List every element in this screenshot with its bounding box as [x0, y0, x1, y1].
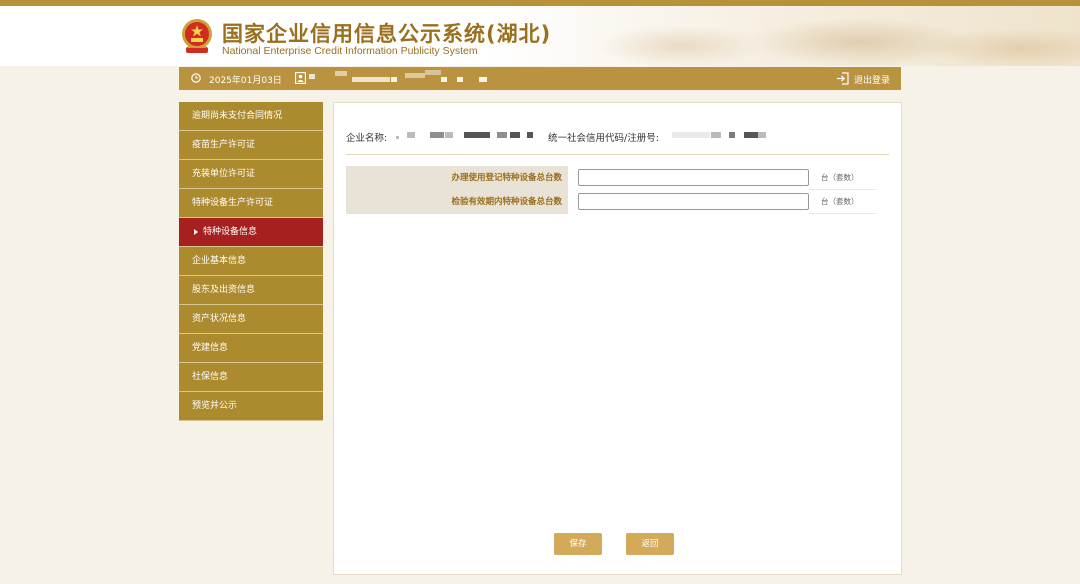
sidebar-item-6[interactable]: 股东及出资信息 — [179, 276, 323, 305]
current-date: 2025年01月03日 — [209, 76, 282, 86]
site-header: 国家企业信用信息公示系统(湖北) National Enterprise Cre… — [0, 6, 1080, 66]
sidebar-item-label: 逾期尚未支付合同情况 — [192, 111, 283, 121]
logout-icon[interactable] — [836, 72, 849, 85]
logout-link[interactable]: 退出登录 — [854, 73, 890, 86]
site-title: 国家企业信用信息公示系统(湖北) — [222, 22, 552, 46]
sidebar-item-label: 党建信息 — [192, 343, 229, 353]
arrow-right-icon — [194, 229, 198, 235]
company-info-row: 企业名称: 统一社会信用代码/注册号: — [346, 130, 659, 144]
sidebar-item-4[interactable]: 特种设备信息 — [179, 218, 323, 247]
user-icon — [295, 72, 306, 84]
sidebar-item-label: 企业基本信息 — [192, 256, 247, 266]
credit-code-label: 统一社会信用代码/注册号: — [548, 133, 659, 144]
sidebar-item-label: 资产状况信息 — [192, 314, 247, 324]
form-row: 办理使用登记特种设备总台数 台（套数） — [346, 166, 876, 190]
company-name-label: 企业名称: — [346, 133, 388, 144]
sidebar-item-label: 预览并公示 — [192, 401, 238, 411]
back-button[interactable]: 返回 — [626, 533, 674, 555]
form-label: 办理使用登记特种设备总台数 — [346, 166, 568, 190]
sidebar-nav: 逾期尚未支付合同情况 疫苗生产许可证 充装单位许可证特种设备生产许可证 特种设备信息企… — [179, 102, 323, 421]
national-emblem-icon — [182, 19, 212, 53]
user-info-bar: 2025年01月03日 退出登录 — [179, 67, 901, 90]
header-decoration — [560, 6, 1080, 66]
site-subtitle: National Enterprise Credit Information P… — [222, 45, 478, 57]
sidebar-item-label: 社保信息 — [192, 372, 229, 382]
sidebar-item-7[interactable]: 资产状况信息 — [179, 305, 323, 334]
sidebar-item-2[interactable]: 充装单位许可证 — [179, 160, 323, 189]
sidebar-item-1[interactable]: 疫苗生产许可证 — [179, 131, 323, 160]
form-row: 检验有效期内特种设备总台数 台（套数） — [346, 190, 876, 214]
sidebar-item-5[interactable]: 企业基本信息 — [179, 247, 323, 276]
sidebar-item-label: 股东及出资信息 — [192, 285, 256, 295]
clock-icon — [191, 73, 201, 83]
sidebar-item-label: 充装单位许可证 — [192, 169, 256, 179]
registered-equipment-count-input[interactable] — [578, 169, 809, 186]
form-unit: 台（套数） — [809, 190, 876, 214]
form-label: 检验有效期内特种设备总台数 — [346, 190, 568, 214]
main-panel: 企业名称: 统一社会信用代码/注册号: 办理使用登记特种设备总台数 台（套数） 检验… — [333, 102, 902, 575]
divider — [346, 154, 889, 155]
sidebar-item-0[interactable]: 逾期尚未支付合同情况 — [179, 102, 323, 131]
sidebar-item-10[interactable]: 预览并公示 — [179, 392, 323, 421]
sidebar-item-label: 特种设备信息 — [203, 227, 258, 237]
sidebar-item-3[interactable]: 特种设备生产许可证 — [179, 189, 323, 218]
sidebar-item-label: 疫苗生产许可证 — [192, 140, 256, 150]
form-unit: 台（套数） — [809, 166, 876, 190]
valid-inspection-count-input[interactable] — [578, 193, 809, 210]
sidebar-item-label: 特种设备生产许可证 — [192, 198, 274, 208]
equipment-form: 办理使用登记特种设备总台数 台（套数） 检验有效期内特种设备总台数 台（套数） — [346, 166, 876, 214]
sidebar-item-9[interactable]: 社保信息 — [179, 363, 323, 392]
save-button[interactable]: 保存 — [554, 533, 602, 555]
sidebar-item-8[interactable]: 党建信息 — [179, 334, 323, 363]
